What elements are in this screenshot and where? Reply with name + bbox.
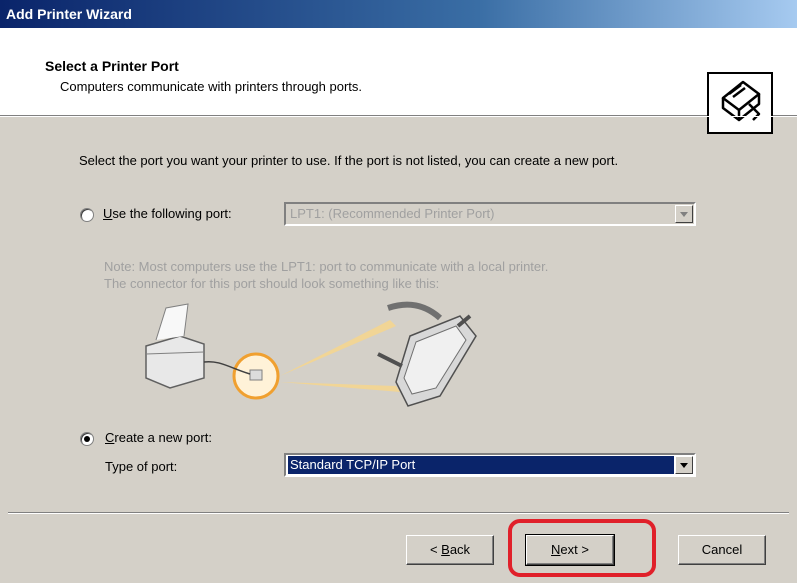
port-select-value: LPT1: (Recommended Printer Port): [290, 206, 495, 221]
back-button[interactable]: < Back: [406, 535, 494, 565]
create-new-port-label[interactable]: Create a new port:: [105, 430, 212, 445]
port-type-select-value: Standard TCP/IP Port: [288, 456, 674, 474]
intro-text: Select the port you want your printer to…: [79, 153, 619, 168]
wizard-header: Select a Printer Port Computers communic…: [0, 28, 797, 134]
type-of-port-label: Type of port:: [105, 459, 178, 474]
port-type-select[interactable]: Standard TCP/IP Port: [284, 453, 696, 477]
printer-port-icon: [707, 72, 773, 134]
port-select[interactable]: LPT1: (Recommended Printer Port): [284, 202, 696, 226]
page-title: Select a Printer Port: [45, 58, 179, 74]
create-new-port-radio[interactable]: [80, 432, 94, 446]
use-following-port-label[interactable]: Use the following port:: [103, 206, 232, 221]
header-separator: [0, 116, 797, 117]
use-following-port-radio[interactable]: [80, 208, 94, 222]
port-connector-illustration: [145, 301, 477, 407]
cancel-button[interactable]: Cancel: [678, 535, 766, 565]
note-text: Note: Most computers use the LPT1: port …: [104, 259, 549, 291]
window-title: Add Printer Wizard: [6, 6, 132, 22]
footer-separator: [8, 512, 789, 514]
next-button-highlight: [508, 519, 656, 577]
page-subtitle: Computers communicate with printers thro…: [60, 79, 363, 94]
chevron-down-icon[interactable]: [675, 205, 693, 223]
title-bar: Add Printer Wizard: [0, 0, 797, 28]
chevron-down-icon[interactable]: [675, 456, 693, 474]
